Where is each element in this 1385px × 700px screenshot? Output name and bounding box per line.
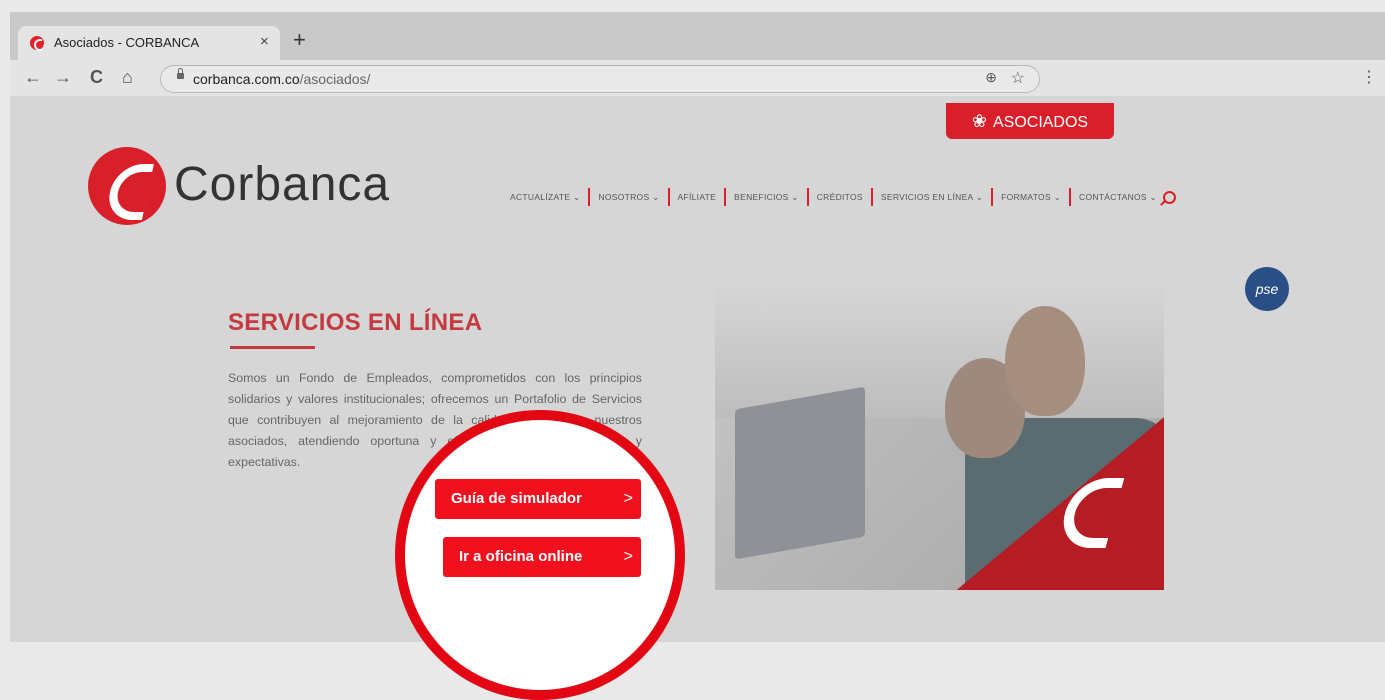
forward-icon[interactable]: → [54, 66, 72, 88]
nav-item-actualizate[interactable]: ACTUALÍZATE ⌄ [510, 192, 580, 203]
chevron-right-icon: > [623, 548, 633, 565]
nav-divider [991, 188, 994, 206]
reload-icon[interactable]: C [90, 66, 103, 88]
hero-photo [715, 278, 1164, 590]
browser-tab[interactable]: Asociados - CORBANCA × [18, 26, 280, 60]
home-icon[interactable]: ⌂ [122, 66, 133, 88]
online-office-button[interactable]: Ir a oficina online > [443, 537, 641, 577]
photo-red-overlay [935, 408, 1164, 590]
page-title: SERVICIOS EN LÍNEA [228, 309, 483, 336]
nav-divider [724, 188, 727, 206]
asociados-group-icon: ❀ [971, 111, 987, 131]
url-text[interactable]: corbanca.com.co/asociados/ [193, 71, 370, 87]
tab-close-icon[interactable]: × [260, 33, 269, 50]
site-content: ❀ ASOCIADOS Corbanca ACTUALÍZATE ⌄ NOSOTR… [10, 96, 1385, 642]
browser-menu-icon[interactable]: ⋮ [1361, 67, 1377, 87]
nav-divider [588, 188, 591, 206]
search-icon[interactable] [1162, 190, 1176, 204]
nav-item-formatos[interactable]: FORMATOS ⌄ [1001, 192, 1061, 203]
tab-bar: Asociados - CORBANCA × + [10, 12, 1385, 60]
nav-divider [1069, 188, 1072, 206]
corbanca-logo-mark-icon [88, 147, 166, 225]
zoom-icon[interactable]: ⊕ [985, 69, 997, 86]
address-bar[interactable]: corbanca.com.co/asociados/ ⊕ ☆ [160, 65, 1040, 93]
nav-item-nosotros[interactable]: NOSOTROS ⌄ [598, 192, 659, 203]
simulator-guide-label: Guía de simulador [451, 490, 582, 507]
chevron-right-icon: > [623, 490, 633, 507]
tab-title: Asociados - CORBANCA [54, 35, 200, 50]
photo-man [1005, 306, 1085, 416]
pse-payment-button[interactable]: pse [1245, 267, 1289, 311]
main-navigation: ACTUALÍZATE ⌄ NOSOTROS ⌄ AFÍLIATE BENEFI… [510, 188, 1176, 206]
photo-laptop [735, 386, 865, 560]
nav-divider [806, 188, 809, 206]
nav-item-creditos[interactable]: CRÉDITOS [817, 192, 863, 202]
url-path: /asociados/ [299, 71, 371, 87]
back-icon[interactable]: ← [24, 66, 42, 88]
new-tab-button[interactable]: + [293, 29, 306, 51]
simulator-guide-button[interactable]: Guía de simulador > [435, 479, 641, 519]
nav-item-beneficios[interactable]: BENEFICIOS ⌄ [734, 192, 799, 203]
address-row: ← → C ⌂ corbanca.com.co/asociados/ ⊕ ☆ ⋮ [10, 60, 1385, 96]
logo-text: Corbanca [174, 158, 391, 211]
asociados-button[interactable]: ❀ ASOCIADOS [946, 103, 1114, 139]
title-underline [230, 346, 315, 349]
lock-icon [177, 68, 184, 79]
photo-background [715, 278, 1164, 418]
corbanca-favicon-icon [30, 36, 44, 51]
nav-divider [870, 188, 873, 206]
asociados-label: ASOCIADOS [992, 114, 1089, 131]
bookmark-star-icon[interactable]: ☆ [1011, 68, 1025, 88]
nav-item-contactanos[interactable]: CONTÁCTANOS ⌄ [1079, 192, 1157, 203]
nav-item-afiliate[interactable]: AFÍLIATE [678, 192, 717, 202]
browser-window: Asociados - CORBANCA × + ← → C ⌂ corbanc… [10, 12, 1385, 642]
nav-divider [667, 188, 670, 206]
url-domain: corbanca.com.co [193, 71, 300, 87]
online-office-label: Ir a oficina online [459, 548, 583, 565]
nav-item-servicios-en-linea[interactable]: SERVICIOS EN LÍNEA ⌄ [881, 192, 983, 203]
